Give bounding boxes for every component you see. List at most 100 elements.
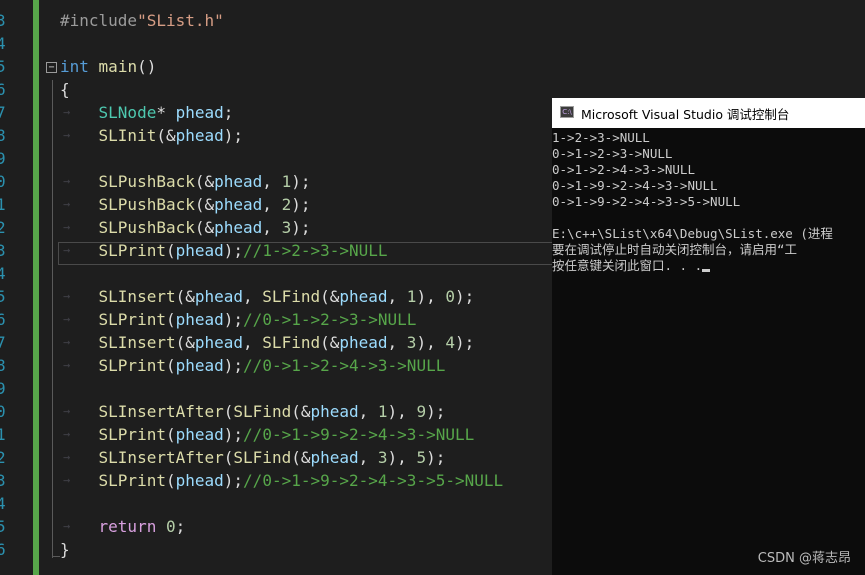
code-token: phead — [310, 448, 359, 467]
code-token: (& — [320, 287, 340, 306]
code-token: 2 — [281, 195, 292, 214]
code-token: , — [387, 287, 407, 306]
code-token: ); — [291, 195, 311, 214]
code-token: SLPrint — [98, 356, 166, 375]
code-token: ); — [223, 126, 244, 145]
fold-collapse-icon[interactable]: − — [46, 62, 57, 73]
code-token: (& — [194, 172, 215, 191]
line-number: 9 — [0, 379, 6, 398]
code-token: ); — [223, 241, 244, 260]
code-token: ( — [165, 471, 176, 490]
console-line: 0->1->9->2->4->3->5->NULL — [552, 194, 741, 209]
code-token: SLInsert — [98, 333, 176, 352]
console-line: 1->2->3->NULL — [552, 130, 650, 145]
line-number: 8 — [0, 126, 6, 145]
code-token: , — [262, 195, 282, 214]
code-token: ( — [165, 310, 176, 329]
line-number: 0 — [0, 402, 6, 421]
console-output[interactable]: 1->2->3->NULL 0->1->2->3->NULL 0->1->2->4-… — [552, 130, 865, 274]
line-number: 7 — [0, 103, 6, 122]
code-token: ); — [223, 310, 244, 329]
code-token: , — [387, 333, 407, 352]
line-number: 4 — [0, 264, 6, 283]
indent-guide-icon: → — [63, 312, 71, 326]
code-token: //0->1->2->3->NULL — [243, 310, 417, 329]
code-token: 4 — [445, 333, 455, 352]
code-token: ); — [454, 333, 475, 352]
code-token: SLFind — [262, 333, 321, 352]
code-token: SLInsertAfter — [98, 448, 224, 467]
line-number: 6 — [0, 80, 6, 99]
code-token: ), — [387, 402, 417, 421]
code-token: 3 — [281, 218, 292, 237]
code-token: phead — [175, 425, 224, 444]
code-token: SLInit — [98, 126, 157, 145]
line-number: 6 — [0, 540, 6, 559]
line-number: 1 — [0, 425, 6, 444]
code-line[interactable]: int main() — [60, 55, 865, 78]
code-token: ); — [291, 218, 311, 237]
code-token: ); — [223, 425, 244, 444]
code-token: SLNode — [98, 103, 157, 122]
line-number: 7 — [0, 333, 6, 352]
console-titlebar[interactable]: C:\ Microsoft Visual Studio 调试控制台 — [552, 98, 865, 128]
code-line[interactable]: #include"SList.h" — [60, 9, 865, 32]
code-token: ); — [454, 287, 475, 306]
code-token: ( — [165, 356, 176, 375]
code-token: (& — [194, 195, 215, 214]
code-token: int — [60, 57, 89, 76]
line-number: 8 — [0, 356, 6, 375]
code-token: (& — [291, 402, 311, 421]
line-number: 0 — [0, 172, 6, 191]
code-token: (& — [175, 333, 195, 352]
code-token: () — [137, 57, 157, 76]
code-token: 0 — [445, 287, 455, 306]
fold-guide-end — [52, 556, 60, 557]
console-line: E:\c++\SList\x64\Debug\SList.exe (进程 — [552, 226, 833, 241]
line-number: 3 — [0, 241, 6, 260]
indent-guide-icon: → — [63, 335, 71, 349]
code-token: phead — [175, 356, 224, 375]
code-token: ), — [416, 287, 446, 306]
code-token: , — [358, 448, 378, 467]
indent-guide-icon: → — [63, 519, 71, 533]
code-token: 0 — [165, 517, 176, 536]
code-token: 3 — [406, 333, 417, 352]
indent-guide-icon: → — [63, 404, 71, 418]
code-token: 5 — [416, 448, 427, 467]
line-number: 5 — [0, 57, 6, 76]
code-token: phead — [175, 126, 224, 145]
code-token: (& — [320, 333, 340, 352]
code-token: (& — [156, 126, 176, 145]
code-token: SLInsertAfter — [98, 402, 224, 421]
code-token: phead — [339, 287, 388, 306]
code-line[interactable] — [60, 32, 865, 55]
code-token: SLPrint — [98, 310, 166, 329]
indent-guide-icon: → — [63, 473, 71, 487]
code-token: ( — [165, 241, 176, 260]
code-token: * — [156, 103, 176, 122]
csdn-watermark: CSDN @蒋志昂 — [757, 551, 851, 566]
code-token: //1->2->3->NULL — [243, 241, 388, 260]
code-token: SLPrint — [98, 425, 166, 444]
indent-guide-icon: → — [63, 220, 71, 234]
code-token: (& — [291, 448, 311, 467]
code-token: 3 — [377, 448, 388, 467]
code-token: ), — [416, 333, 446, 352]
code-token: , — [262, 172, 282, 191]
code-token: return — [98, 517, 157, 536]
console-line: 按任意键关闭此窗口. . . — [552, 258, 865, 274]
console-cursor — [702, 269, 711, 272]
debug-console-window[interactable]: C:\ Microsoft Visual Studio 调试控制台 1->2->… — [552, 98, 865, 575]
indent-guide-icon: → — [63, 358, 71, 372]
code-token: //0->1->9->2->4->3->NULL — [243, 425, 475, 444]
code-token: main — [98, 57, 138, 76]
console-title: Microsoft Visual Studio 调试控制台 — [581, 107, 790, 122]
code-token: //0->1->9->2->4->3->5->NULL — [243, 471, 504, 490]
code-token: ), — [387, 448, 417, 467]
indent-guide-icon: → — [63, 427, 71, 441]
console-line: 0->1->2->4->3->NULL — [552, 162, 695, 177]
line-number: 1 — [0, 195, 6, 214]
code-token: phead — [175, 471, 224, 490]
